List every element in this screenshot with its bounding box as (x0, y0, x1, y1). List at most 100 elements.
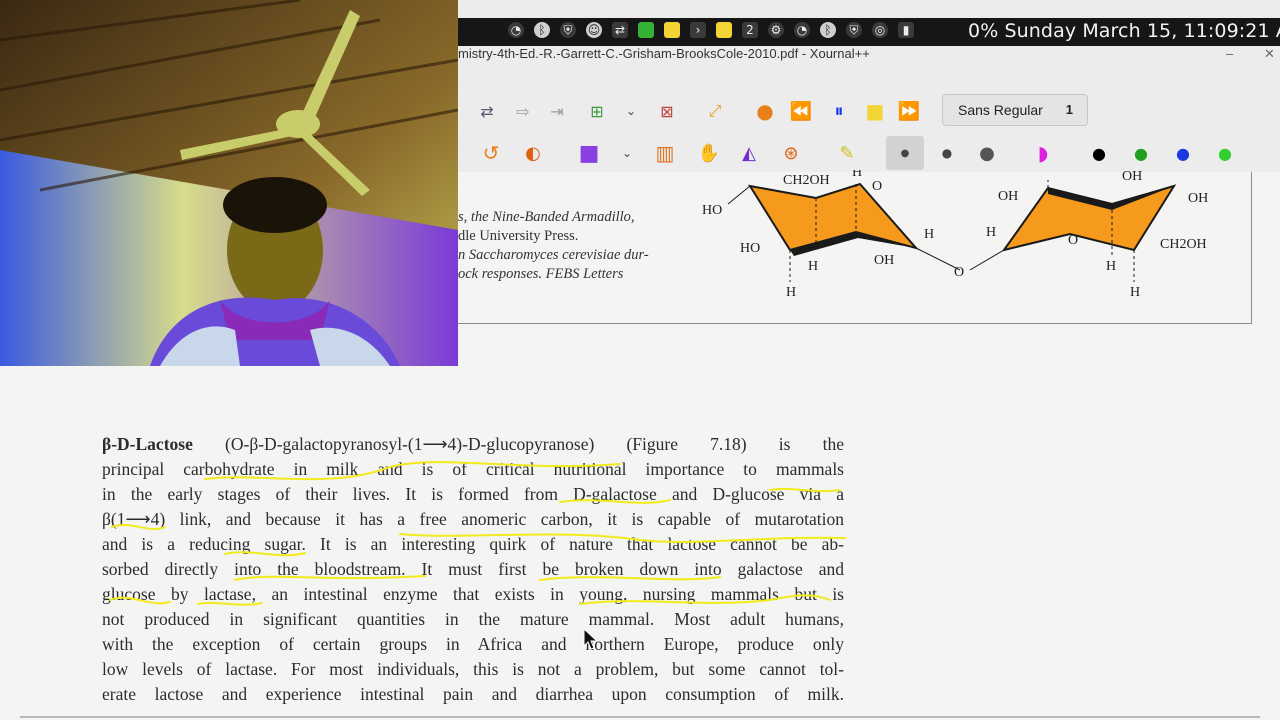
structure-label: CH2OH (1160, 237, 1207, 252)
body-paragraph: β-D-Lactose (O-β-D-galactopyranosyl-(1⟶4… (102, 432, 844, 707)
paragraph-line: low levels of lactase. For most individu… (102, 659, 844, 679)
paragraph-line: sorbed directly into the bloodstream. It… (102, 559, 844, 579)
color-blue-icon[interactable]: ● (1172, 142, 1194, 164)
toolbar-tools: ↺ ◐ ■ ⌄ ▥ ✋ ◭ ⊛ ✎ ● ● ● ◗ ● ● ● ● (458, 132, 1280, 173)
color-picker-icon[interactable]: ⊛ (780, 142, 802, 164)
paragraph-line: glucose by lactase, an intestinal enzyme… (102, 584, 844, 604)
font-name-label: Sans Regular (958, 102, 1043, 118)
figure-box: s, the Nine-Banded Armadillo, dle Univer… (458, 170, 1252, 324)
horizontal-divider (20, 716, 1260, 718)
pen-tool-icon[interactable]: ✎ (836, 142, 858, 164)
notes-icon[interactable] (664, 22, 680, 38)
bluetooth-icon[interactable]: ᛒ (534, 22, 550, 38)
structure-label: OH (1188, 191, 1208, 206)
mouse-cursor-icon (583, 628, 599, 650)
font-size-label: 1 (1065, 102, 1073, 117)
color-green-icon[interactable]: ● (1130, 142, 1152, 164)
shape-recognizer-icon[interactable]: ◭ (738, 142, 760, 164)
structure-label: OH (998, 189, 1018, 204)
paragraph-line: with the exception of certain groups in … (102, 634, 844, 654)
system-tray: ◔ ᛒ ⛨ ☺ ⇄ › 2 ⚙ ◔ ᛒ ⛨ ◎ ▮ (508, 22, 914, 38)
bluetooth-icon-2[interactable]: ᛒ (820, 22, 836, 38)
structure-label: HO (740, 241, 760, 256)
pause-icon[interactable]: ⏸ (828, 100, 850, 122)
font-select-button[interactable]: Sans Regular 1 (942, 94, 1088, 126)
structure-label: O (1068, 233, 1078, 248)
structure-label: HO (702, 203, 722, 218)
layout-icon[interactable]: ⇄ (476, 100, 498, 122)
paragraph-lead-term: β-D-Lactose (102, 434, 193, 454)
reference-line: dle University Press. (458, 228, 579, 244)
structure-label: H (1106, 259, 1116, 274)
paragraph-line: β(1⟶4) link, and because it has a free a… (102, 509, 844, 529)
delete-page-icon[interactable]: ⊠ (656, 100, 678, 122)
lactose-structure-diagram: CH2OH H O HO HO H OH H H O OH OH OH H O … (702, 170, 1208, 300)
record-icon[interactable]: ◎ (872, 22, 888, 38)
window-title: mistry-4th-Ed.-R.-Garrett-C.-Grisham-Bro… (458, 46, 870, 61)
workspace-indicator[interactable]: 2 (742, 22, 758, 38)
minimize-icon[interactable]: – (1226, 46, 1233, 61)
shield-icon-2[interactable]: ⛨ (846, 22, 862, 38)
fullscreen-icon[interactable]: ⤢ (704, 100, 726, 122)
last-page-icon[interactable]: ⇥ (546, 100, 568, 122)
reference-line: n Saccharomyces cerevisiae dur- (458, 247, 649, 263)
hand-icon[interactable]: ✋ (698, 142, 720, 164)
custom-color-icon[interactable]: ◗ (1032, 141, 1054, 165)
structure-label: OH (1122, 170, 1142, 184)
next-page-icon[interactable]: ⇨ (512, 100, 534, 122)
webcam-overlay (0, 0, 458, 366)
reference-line: s, the Nine-Banded Armadillo, (458, 209, 635, 225)
structure-label: CH2OH (783, 173, 830, 188)
structure-label: H (808, 259, 818, 274)
color-lightgreen-icon[interactable]: ● (1214, 142, 1236, 164)
stop-icon[interactable]: ■ (864, 99, 886, 123)
battery-icon[interactable]: ▮ (898, 22, 914, 38)
accessibility-icon[interactable]: ☺ (586, 22, 602, 38)
fast-forward-icon[interactable]: ⏩ (898, 100, 920, 122)
webcam-feed-image (0, 0, 458, 366)
paragraph-line: β-D-Lactose (O-β-D-galactopyranosyl-(1⟶4… (102, 432, 844, 457)
structure-label: H (786, 285, 796, 300)
clock-status[interactable]: 0% Sunday March 15, 11:09:21 A (968, 20, 1280, 42)
toolbar-main: ⇄ ⇨ ⇥ ⊞ ⌄ ⊠ ⤢ ● ⏪ ⏸ ■ ⏩ Sans Regular 1 (458, 90, 1280, 130)
structure-label: OH (874, 253, 894, 268)
settings-icon[interactable]: ⚙ (768, 22, 784, 38)
rect-select-icon[interactable]: ■ (578, 141, 600, 166)
structure-label: O (954, 265, 964, 280)
structure-label: H (986, 225, 996, 240)
system-top-panel: ◔ ᛒ ⛨ ☺ ⇄ › 2 ⚙ ◔ ᛒ ⛨ ◎ ▮ 0% Sunday Marc… (458, 18, 1280, 46)
medium-size-icon[interactable]: ● (936, 142, 958, 164)
window-titlebar: mistry-4th-Ed.-R.-Garrett-C.-Grisham-Bro… (458, 46, 1280, 64)
color-black-icon[interactable]: ● (1088, 142, 1110, 164)
paragraph-line: erate lactose and experience intestinal … (102, 684, 844, 704)
structure-label: H (924, 227, 934, 242)
fine-size-icon[interactable]: ● (894, 142, 916, 164)
record-audio-icon[interactable]: ● (754, 99, 776, 123)
thick-size-icon[interactable]: ● (976, 142, 998, 164)
reference-line: ock responses. FEBS Letters (458, 266, 624, 282)
select-dropdown-icon[interactable]: ⌄ (616, 142, 638, 164)
structure-label: O (872, 179, 882, 194)
folder-icon[interactable] (638, 22, 654, 38)
paragraph-line-text: (O-β-D-galactopyranosyl-(1⟶4)-D-glucopyr… (192, 434, 844, 454)
paragraph-line: principal carbohydrate in milk and is of… (102, 459, 844, 479)
shield-icon[interactable]: ⛨ (560, 22, 576, 38)
paragraph-line: in the early stages of their lives. It i… (102, 484, 844, 504)
indicator-icon[interactable]: ◔ (508, 22, 524, 38)
structure-label: H (1130, 285, 1140, 300)
sticky-note-icon[interactable] (716, 22, 732, 38)
add-page-icon[interactable]: ⊞ (586, 100, 608, 122)
update-icon[interactable]: ◔ (794, 22, 810, 38)
paragraph-line: not produced in significant quantities i… (102, 609, 844, 629)
eraser-icon[interactable]: ◐ (522, 142, 544, 164)
close-icon[interactable]: ✕ (1264, 46, 1275, 62)
structure-label: H (852, 170, 862, 180)
add-page-dropdown-icon[interactable]: ⌄ (620, 100, 642, 122)
rewind-icon[interactable]: ⏪ (790, 100, 812, 122)
terminal-icon[interactable]: › (690, 22, 706, 38)
sync-icon[interactable]: ⇄ (612, 22, 628, 38)
paragraph-line: and is a reducing sugar. It is an intere… (102, 534, 844, 554)
undo-icon[interactable]: ↺ (480, 141, 502, 165)
vertical-space-icon[interactable]: ▥ (654, 141, 676, 165)
reference-list: s, the Nine-Banded Armadillo, dle Univer… (458, 208, 649, 284)
